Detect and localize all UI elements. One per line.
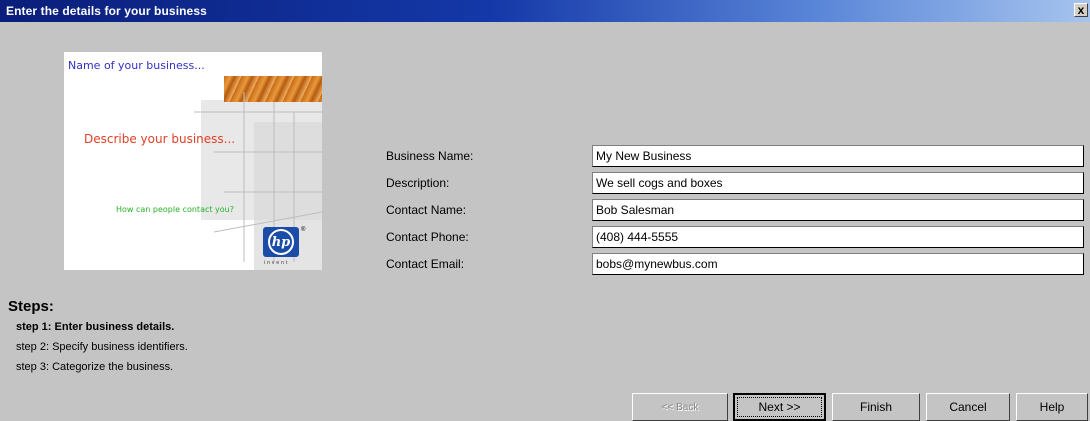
finish-button[interactable]: Finish [832, 393, 920, 421]
close-icon[interactable]: x [1074, 3, 1088, 17]
registered-mark: ® [301, 227, 306, 233]
description-field[interactable] [592, 172, 1084, 194]
contact-phone-label: Contact Phone: [386, 230, 469, 244]
step-2: step 2: Specify business identifiers. [16, 341, 188, 353]
business-name-field[interactable] [592, 145, 1084, 167]
hp-logo: hp [263, 227, 299, 257]
contact-name-label: Contact Name: [386, 203, 467, 217]
contact-email-field[interactable] [592, 253, 1084, 275]
banner-contact-prompt: How can people contact you? [116, 205, 234, 214]
contact-name-field[interactable] [592, 199, 1084, 221]
next-button[interactable]: Next >> [733, 393, 826, 421]
help-button[interactable]: Help [1016, 393, 1088, 421]
cancel-button[interactable]: Cancel [926, 393, 1010, 421]
business-name-label: Business Name: [386, 149, 474, 163]
back-button[interactable]: << Back [632, 393, 728, 421]
step-1: step 1: Enter business details. [16, 321, 175, 333]
hp-logo-text: hp [271, 234, 291, 250]
banner-name-prompt: Name of your business... [68, 59, 205, 72]
banner-line-art [194, 92, 322, 262]
title-bar: Enter the details for your business x [0, 0, 1090, 22]
hp-tagline: invent [264, 260, 290, 266]
description-label: Description: [386, 176, 450, 190]
contact-email-label: Contact Email: [386, 257, 465, 271]
contact-phone-field[interactable] [592, 226, 1084, 248]
steps-heading: Steps: [8, 298, 54, 315]
window-title: Enter the details for your business [6, 4, 207, 18]
step-3: step 3: Categorize the business. [16, 361, 174, 373]
banner-describe-prompt: Describe your business... [84, 132, 236, 146]
wizard-banner-image: Name of your business... Describe your b… [64, 52, 322, 270]
